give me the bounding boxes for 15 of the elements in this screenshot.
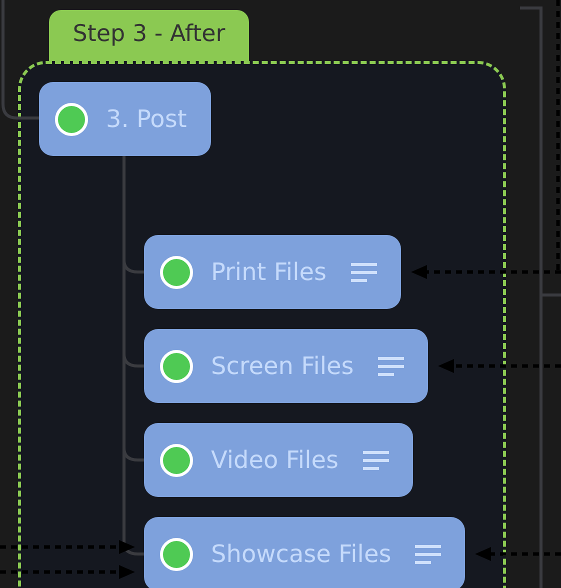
menu-icon[interactable]	[362, 450, 389, 470]
flow-node[interactable]: Video Files	[144, 423, 413, 497]
flow-node[interactable]: Screen Files	[144, 329, 428, 403]
menu-icon[interactable]	[350, 262, 376, 282]
status-dot-icon	[160, 538, 193, 570]
flow-node[interactable]: Showcase Files	[144, 517, 466, 588]
flow-node[interactable]: 3. Post	[39, 82, 211, 156]
menu-icon[interactable]	[378, 356, 404, 376]
status-dot-icon	[160, 444, 193, 476]
status-dot-icon	[160, 256, 193, 288]
status-dot-icon	[55, 102, 88, 136]
menu-icon[interactable]	[415, 544, 442, 564]
status-dot-icon	[160, 350, 193, 382]
group-title-tab[interactable]: Step 3 - After	[49, 10, 249, 61]
flow-node[interactable]: Print Files	[144, 235, 400, 309]
